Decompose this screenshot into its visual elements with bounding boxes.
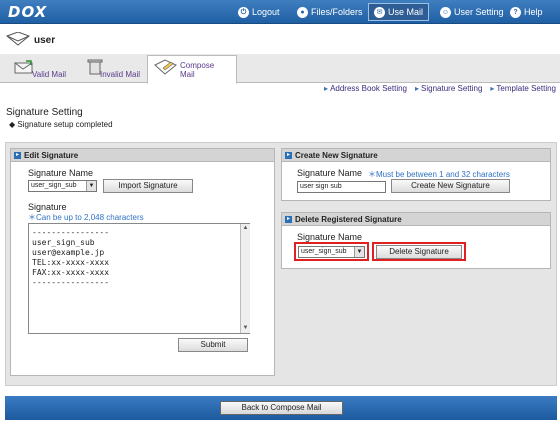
scroll-up-icon[interactable]: ▲ [241, 224, 250, 233]
create-signature-header: ▸ Create New Signature [282, 149, 550, 162]
arrow-right-icon: ▸ [415, 84, 420, 93]
address-book-label: Address Book Setting [330, 84, 407, 93]
edit-signature-selected: user_sign_sub [31, 182, 77, 189]
delete-signature-name-label: Signature Name [297, 232, 363, 242]
signature-scrollbar[interactable]: ▲ ▼ [240, 224, 250, 333]
power-icon: ⏻ [238, 6, 249, 18]
delete-signature-header: ▸ Delete Registered Signature [282, 213, 550, 226]
mail-tab-row: Valid Mail Invalid Mail Compose Mail [0, 54, 560, 84]
use-mail-link[interactable]: ✉ Use Mail [368, 3, 430, 21]
user-row: user [0, 24, 560, 54]
files-folders-link[interactable]: ● Files/Folders [297, 4, 363, 20]
page-title: Signature Setting [6, 107, 83, 118]
tab-compose-mail-label: Compose Mail [180, 61, 215, 79]
submit-button[interactable]: Submit [178, 338, 248, 352]
status-text: Signature setup completed [17, 120, 113, 129]
help-icon: ? [510, 6, 521, 18]
help-label: Help [524, 7, 543, 17]
edit-signature-heading: Edit Signature [24, 150, 79, 160]
section-arrow-icon: ▸ [285, 151, 292, 159]
template-setting-label: Template Setting [496, 84, 556, 93]
tab-invalid-mail[interactable]: Invalid Mail [80, 56, 146, 83]
footer-bar: Back to Compose Mail [5, 396, 557, 420]
help-link[interactable]: ? Help [510, 4, 543, 20]
delete-signature-panel: ▸ Delete Registered Signature Signature … [281, 212, 551, 269]
user-icon: ☺ [440, 6, 451, 18]
logout-label: Logout [252, 7, 280, 17]
signature-setting-label: Signature Setting [421, 84, 483, 93]
mail-icon: ✉ [374, 6, 385, 18]
arrow-right-icon: ▸ [490, 84, 495, 93]
signature-textarea[interactable]: ---------------- user_sign_sub user@exam… [28, 223, 250, 334]
back-to-compose-mail-button[interactable]: Back to Compose Mail [220, 401, 343, 415]
use-mail-label: Use Mail [388, 7, 424, 17]
trash-icon [87, 59, 103, 75]
create-signature-panel: ▸ Create New Signature Signature Name ＊M… [281, 148, 551, 201]
files-folders-label: Files/Folders [311, 7, 363, 17]
create-new-signature-button[interactable]: Create New Signature [391, 179, 510, 193]
create-signature-heading: Create New Signature [295, 150, 378, 160]
tab-compose-mail[interactable]: Compose Mail [147, 55, 237, 84]
signature-length-note: ＊Can be up to 2,048 characters [28, 213, 144, 222]
arrow-right-icon: ▸ [324, 84, 329, 93]
edit-signature-header: ▸ Edit Signature [11, 149, 274, 162]
chevron-down-icon: ▼ [354, 247, 364, 257]
user-setting-link[interactable]: ☺ User Setting [440, 4, 504, 20]
main-content-area: ▸ Edit Signature Signature Name user_sig… [5, 142, 557, 386]
top-nav-bar: DOX ⏻ Logout ● Files/Folders ✉ Use Mail … [0, 0, 560, 24]
signature-setting-link[interactable]: ▸ Signature Setting [415, 84, 482, 93]
chevron-down-icon: ▼ [86, 181, 96, 191]
delete-signature-selected: user_sign_sub [301, 248, 347, 255]
compose-icon [154, 59, 177, 75]
import-signature-button[interactable]: Import Signature [103, 179, 193, 193]
delete-signature-heading: Delete Registered Signature [295, 214, 402, 224]
user-setting-label: User Setting [454, 7, 504, 17]
create-signature-name-label: Signature Name [297, 168, 363, 178]
new-signature-name-input[interactable]: user sign sub [297, 181, 386, 193]
envelope-icon [14, 60, 33, 74]
globe-icon: ● [297, 6, 308, 18]
logout-link[interactable]: ⏻ Logout [238, 4, 280, 20]
edit-signature-name-label: Signature Name [28, 168, 94, 178]
tab-valid-mail[interactable]: Valid Mail [8, 56, 72, 83]
envelope-user-icon [6, 32, 30, 46]
delete-signature-button[interactable]: Delete Signature [376, 245, 462, 259]
delete-signature-select[interactable]: user_sign_sub ▼ [298, 246, 365, 258]
user-name: user [34, 35, 56, 46]
tab-valid-mail-label: Valid Mail [32, 70, 67, 79]
template-setting-link[interactable]: ▸ Template Setting [490, 84, 556, 93]
status-message: ◆ Signature setup completed [9, 120, 113, 129]
section-arrow-icon: ▸ [14, 151, 21, 159]
edit-signature-select[interactable]: user_sign_sub ▼ [28, 180, 97, 192]
section-arrow-icon: ▸ [285, 215, 292, 223]
address-book-setting-link[interactable]: ▸ Address Book Setting [324, 84, 407, 93]
edit-signature-panel: ▸ Edit Signature Signature Name user_sig… [10, 148, 275, 376]
settings-links: ▸ Address Book Setting ▸ Signature Setting… [324, 84, 556, 93]
signature-label: Signature [28, 202, 67, 212]
app-logo: DOX [8, 3, 48, 21]
scroll-down-icon[interactable]: ▼ [241, 324, 250, 333]
